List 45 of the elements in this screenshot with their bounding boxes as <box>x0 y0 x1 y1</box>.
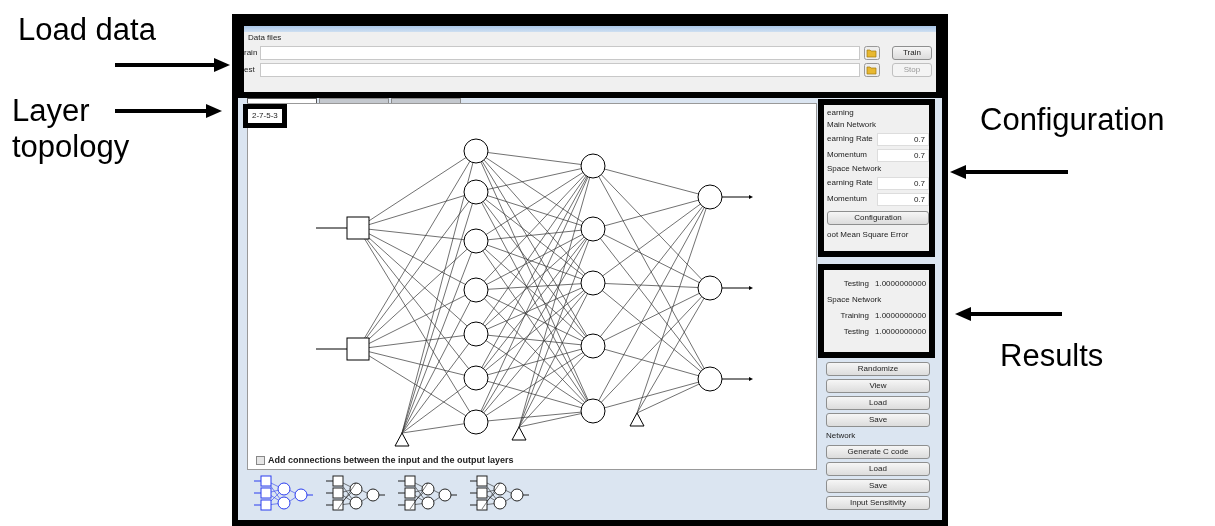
number-field[interactable]: 0.7 <box>877 132 929 146</box>
file-path-field[interactable] <box>260 45 860 60</box>
section-label: oot Mean Square Error <box>827 229 910 241</box>
action-button[interactable]: Load <box>826 396 930 410</box>
result-label: Testing <box>842 326 869 338</box>
action-button[interactable]: Train <box>892 45 932 60</box>
checkbox-label: Add connections between the input and the output layers <box>268 453 514 467</box>
field-label: Momentum <box>827 149 868 161</box>
result-label: Testing <box>842 278 869 290</box>
tab[interactable] <box>247 98 317 103</box>
action-button[interactable]: Randomize <box>826 362 930 376</box>
field-label: earning Rate <box>827 133 874 145</box>
topology-label: 2-7-5-3 <box>243 104 287 128</box>
number-field[interactable]: 0.7 <box>877 192 929 206</box>
result-value: 1.0000000000 <box>875 278 927 290</box>
number-field[interactable]: 0.7 <box>877 148 929 162</box>
section-label: earning <box>827 107 855 119</box>
folder-icon[interactable] <box>864 45 880 60</box>
result-value: 1.0000000000 <box>875 326 927 338</box>
number-field[interactable]: 0.7 <box>877 176 929 190</box>
annotation-label: Results <box>1000 338 1104 374</box>
group-label: Data files <box>247 32 283 44</box>
annotation-label: Configuration <box>980 102 1165 138</box>
annotation-label: Layer topology <box>12 93 131 165</box>
action-button[interactable]: Save <box>826 479 930 493</box>
field-label: earning Rate <box>827 177 874 189</box>
field-label: Momentum <box>827 193 868 205</box>
file-path-field[interactable] <box>260 62 860 77</box>
action-button[interactable]: View <box>826 379 930 393</box>
section-label: Space Network <box>827 163 883 175</box>
annotation-label: Load data <box>18 12 156 48</box>
result-value: 1.0000000000 <box>875 310 927 322</box>
section-label: Main Network <box>827 119 877 131</box>
action-button[interactable]: Input Sensitivity <box>826 496 930 510</box>
section-label: Space Network <box>827 294 883 306</box>
folder-icon[interactable] <box>864 62 880 77</box>
configuration-button[interactable]: Configuration <box>827 211 929 225</box>
action-button[interactable]: Save <box>826 413 930 427</box>
result-label: Training <box>839 310 869 322</box>
action-button[interactable]: Generate C code <box>826 445 930 459</box>
field-label: rain <box>244 46 256 59</box>
checkbox[interactable] <box>256 455 265 465</box>
field-label: est <box>244 63 256 76</box>
action-button[interactable]: Load <box>826 462 930 476</box>
section-label: Network <box>826 430 857 442</box>
